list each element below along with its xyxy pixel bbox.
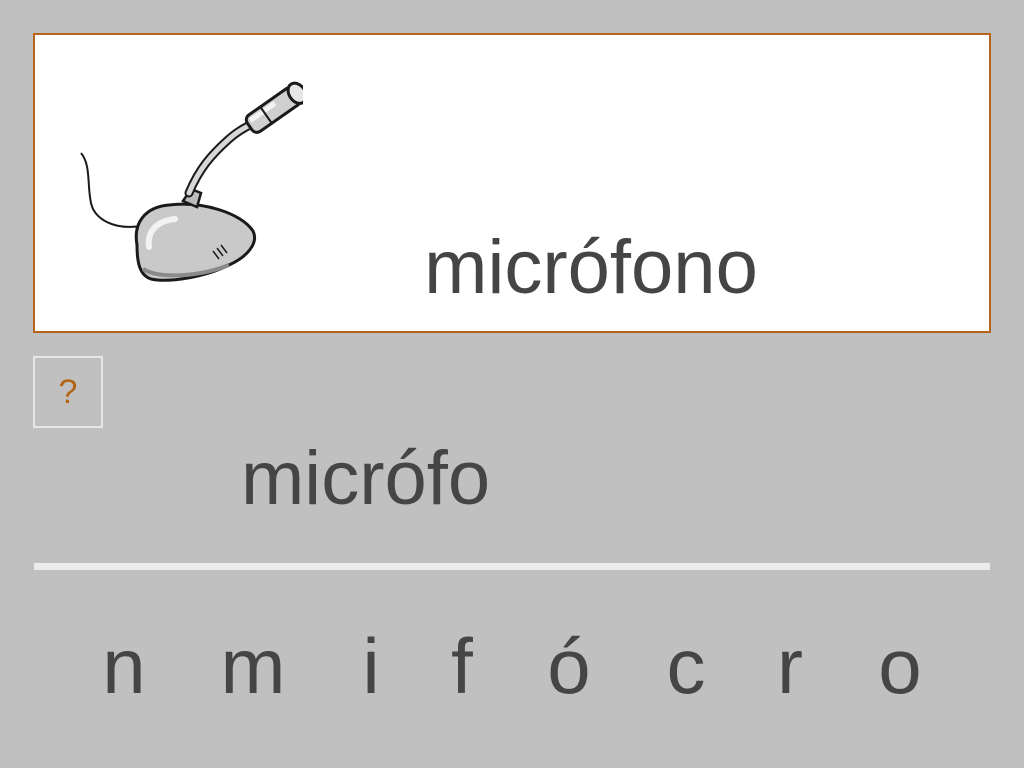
letter-tile[interactable]: i (331, 618, 411, 714)
letter-tile[interactable]: ó (529, 618, 609, 714)
letter-tile[interactable]: o (860, 618, 940, 714)
answer-word: micrófo (241, 436, 491, 521)
divider (34, 563, 990, 570)
target-word: micrófono (424, 225, 758, 310)
letter-tile[interactable]: f (422, 618, 502, 714)
letter-tile[interactable]: r (750, 618, 830, 714)
microphone-icon (80, 81, 303, 282)
letter-tile[interactable]: n (84, 618, 164, 714)
letter-tile[interactable]: m (213, 618, 293, 714)
word-card: micrófono (33, 33, 991, 333)
letter-tiles: n m i f ó c r o (0, 618, 1024, 714)
letter-tile[interactable]: c (646, 618, 726, 714)
hint-button[interactable]: ? (33, 356, 103, 428)
